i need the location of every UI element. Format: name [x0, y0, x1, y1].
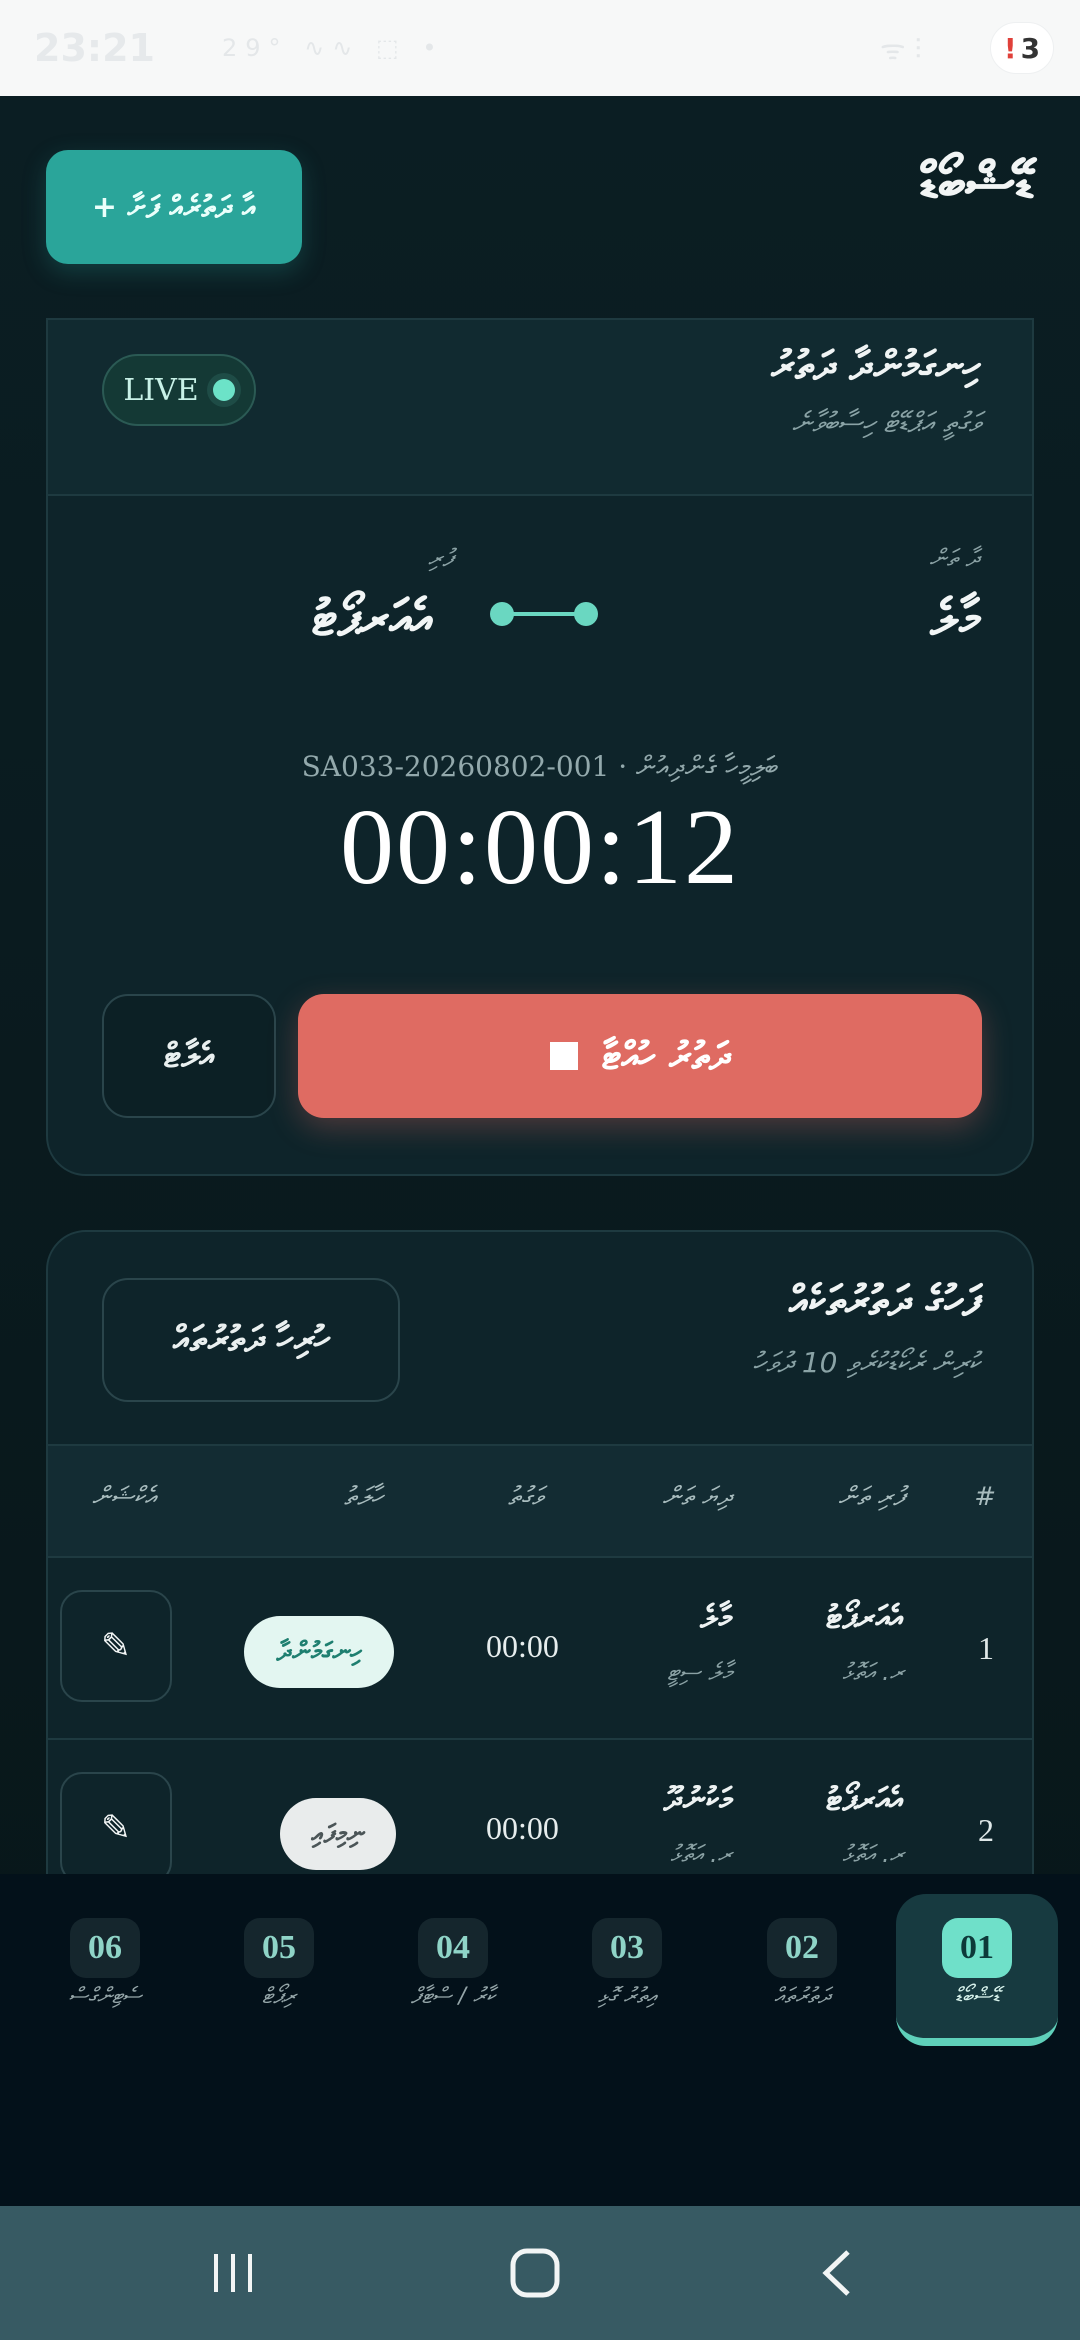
- trip-id: SA033-20260802-001 · ބަލިމީހާ ގެންދިއުން: [301, 750, 779, 783]
- tab-label: އިތުރު ގޮޅި: [597, 1984, 657, 2009]
- recent-trips-header: ފަހުގެ ދަތުރުތަކެއް ކުރިން ރެކޯޑުކުރެވި …: [48, 1232, 1032, 1446]
- system-nav-bar: [0, 2206, 1080, 2340]
- live-trip-header: ހިނގަމުންދާ ދަތުރު ވަގުތީ އަޕްޑޭޓް ހިސާބ…: [48, 320, 1032, 496]
- live-trip-card: ހިނގަމުންދާ ދަތުރު ވަގުތީ އަޕްޑޭޓް ހިސާބ…: [46, 318, 1034, 1176]
- column-header-from: ދިޔަ ތަން: [662, 1482, 732, 1512]
- table-header: # ފުރި ތަން ދިޔަ ތަން ވަގުތު ހާލަތު އެކް…: [48, 1446, 1032, 1558]
- route-connector-icon: [490, 600, 598, 628]
- tab-label: ސެޓިންގްސް: [68, 1984, 142, 2009]
- column-header-number: #: [974, 1482, 996, 1512]
- status-badge: ހިނގަމުންދާ: [244, 1616, 394, 1688]
- row-number: 2: [978, 1812, 994, 1848]
- destination-label: ފުރި: [428, 544, 453, 572]
- live-trip-subtitle: ވަގުތީ އަޕްޑޭޓް ހިސާބުވާނެ: [791, 406, 980, 439]
- row-duration: 00:00: [486, 1810, 559, 1846]
- stop-trip-button[interactable]: ދަތުރު ހުއްޓާ: [298, 994, 982, 1118]
- notification-badge[interactable]: ! 3: [990, 22, 1054, 74]
- status-bar: 23:21 29° ∿∿ ⬚ • ᯤ ⫶ ! 3: [0, 0, 1080, 96]
- tab-trips[interactable]: 02 ދަތުރުތައް: [727, 1908, 877, 2058]
- trip-actions: އެލާޓް ދަތުރު ހުއްޓާ: [48, 994, 1032, 1124]
- stop-icon: [549, 1042, 578, 1070]
- tab-dashboard[interactable]: 01 ޑޭޝްބޯޑް: [896, 1894, 1058, 2046]
- row-number: 1: [978, 1630, 994, 1666]
- row-destination: އެއަރޕޯޓު: [826, 1598, 904, 1636]
- row-origin: މަކުނުދޫ: [663, 1780, 732, 1818]
- trip-timer: 00:00:12: [339, 788, 740, 907]
- origin-label: ދާ ތަން: [929, 544, 980, 572]
- edit-icon[interactable]: ✎: [60, 1590, 172, 1702]
- tab-number: 03: [592, 1918, 662, 1978]
- tab-settings[interactable]: 06 ސެޓިންގްސް: [30, 1908, 180, 2058]
- tab-label: ޑޭޝްބޯޑް: [954, 1984, 1000, 2009]
- tab-number: 04: [418, 1918, 488, 1978]
- live-dot-icon: [212, 379, 235, 401]
- column-header-action: އެކްޝަން: [92, 1482, 156, 1512]
- all-trips-button[interactable]: ހުރިހާ ދަތުރުތައް: [102, 1278, 400, 1402]
- tab-number: 02: [767, 1918, 837, 1978]
- tab-more[interactable]: 03 އިތުރު ގޮޅި: [552, 1908, 702, 2058]
- row-destination-sub: ރ. އަތޮޅު: [842, 1658, 904, 1686]
- signal-icon: ᯤ ⫶: [880, 33, 922, 66]
- recent-trips-subtitle: ކުރިން ރެކޯޑުކުރެވި 10 ދުވަހު: [752, 1346, 980, 1379]
- status-time: 23:21: [34, 26, 155, 70]
- edit-icon[interactable]: ✎: [60, 1772, 172, 1884]
- column-header-to: ފުރި ތަން: [838, 1482, 904, 1512]
- row-origin-sub: ރ. އަތޮޅު: [670, 1840, 732, 1868]
- home-icon[interactable]: [490, 2228, 580, 2318]
- column-header-time: ވަގުތު: [508, 1482, 543, 1512]
- tab-vehicles-staff[interactable]: 04 ކާރު / ސްޓާފް: [378, 1908, 528, 2058]
- stop-trip-label: ދަތުރު ހުއްޓާ: [601, 1033, 731, 1078]
- live-label: LIVE: [123, 372, 199, 408]
- destination-name: އެއަރޕޯޓު: [312, 588, 434, 647]
- tab-label: ކާރު / ސްޓާފް: [410, 1984, 496, 2009]
- tab-number: 06: [70, 1918, 140, 1978]
- add-trip-button[interactable]: + އާ ދަތުރެއް ފަށާ: [46, 150, 302, 264]
- status-badge: ނިމިފައި: [280, 1798, 396, 1870]
- origin-name: މާލެ: [930, 588, 980, 647]
- back-icon[interactable]: [794, 2228, 884, 2318]
- tab-label: ރިޕޯޓް: [261, 1984, 297, 2009]
- recent-apps-icon[interactable]: [188, 2228, 278, 2318]
- page-title: ޑޭޝްބޯޑް: [919, 150, 1034, 216]
- bottom-tab-bar: 01 ޑޭޝްބޯޑް 02 ދަތުރުތައް 03 އިތުރު ގޮޅި…: [0, 1874, 1080, 2206]
- tab-number: 01: [942, 1918, 1012, 1978]
- live-trip-title: ހިނގަމުންދާ ދަތުރު: [771, 342, 980, 389]
- table-row[interactable]: 1 އެއަރޕޯޓު ރ. އަތޮޅު މާލެ މާލެ ސިޓީ 00:…: [48, 1558, 1032, 1740]
- row-origin: މާލެ: [700, 1598, 732, 1636]
- route-section: ދާ ތަން މާލެ ފުރި އެއަރޕޯޓު: [48, 496, 1032, 736]
- column-header-status: ހާލަތު: [344, 1482, 383, 1512]
- live-badge: LIVE: [102, 354, 256, 426]
- alert-icon: !: [1003, 31, 1017, 65]
- recent-trips-title: ފަހުގެ ދަތުރުތަކެއް: [789, 1276, 980, 1325]
- tab-reports[interactable]: 05 ރިޕޯޓް: [204, 1908, 354, 2058]
- alert-button[interactable]: އެލާޓް: [102, 994, 276, 1118]
- notification-count: 3: [1020, 31, 1041, 65]
- row-duration: 00:00: [486, 1628, 559, 1664]
- row-destination: އެއަރޕޯޓު: [826, 1780, 904, 1818]
- row-origin-sub: މާލެ ސިޓީ: [667, 1658, 732, 1686]
- tab-label: ދަތުރުތައް: [774, 1984, 830, 2009]
- tab-number: 05: [244, 1918, 314, 1978]
- row-destination-sub: ރ. އަތޮޅު: [842, 1840, 904, 1868]
- status-left-icons: 29° ∿∿ ⬚ •: [222, 34, 445, 62]
